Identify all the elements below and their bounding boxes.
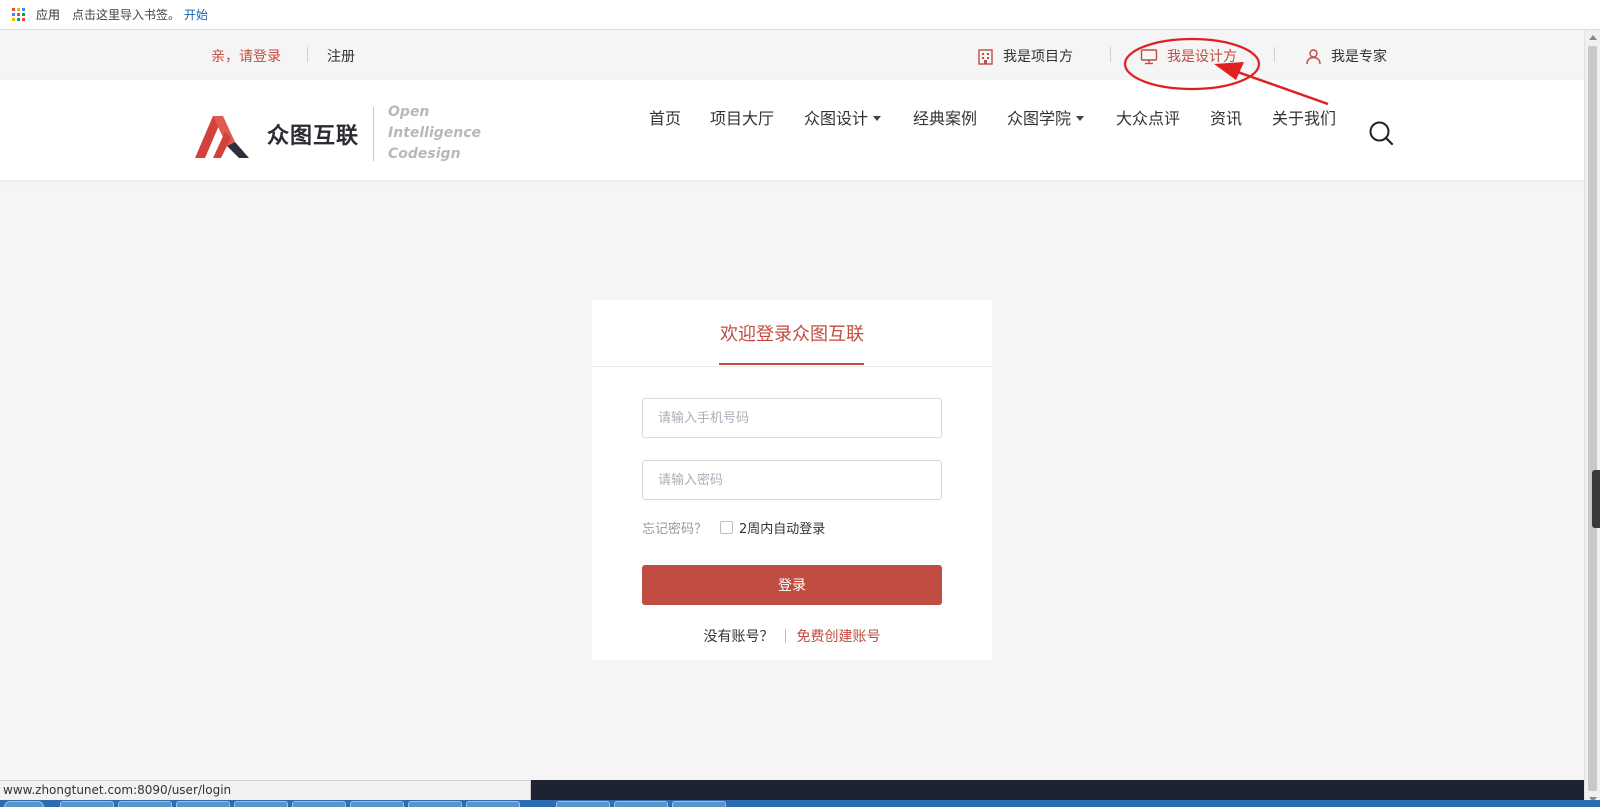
divider	[307, 47, 308, 62]
nav-label: 大众点评	[1116, 109, 1181, 128]
role-designer[interactable]: 我是设计方	[1140, 46, 1237, 66]
divider	[784, 629, 786, 643]
vertical-scrollbar[interactable]	[1584, 30, 1600, 807]
nav-label: 经典案例	[913, 109, 978, 128]
nav-reviews[interactable]: 大众点评	[1116, 105, 1180, 129]
taskbar-button[interactable]	[118, 801, 172, 807]
side-widget-tab[interactable]	[1592, 470, 1600, 528]
role-label: 我是专家	[1331, 49, 1387, 65]
nav-design[interactable]: 众图设计	[804, 105, 882, 129]
nav-label: 关于我们	[1272, 109, 1337, 128]
divider	[1110, 47, 1111, 62]
logo-tagline: Open Intelligence Codesign	[388, 102, 481, 165]
monitor-icon	[1140, 48, 1158, 64]
nav-home[interactable]: 首页	[649, 105, 681, 129]
login-options: 忘记密码？ 2周内自动登录	[642, 518, 825, 537]
apps-bookmark[interactable]: 应用	[36, 6, 60, 23]
auto-login-label[interactable]: 2周内自动登录	[739, 518, 825, 537]
import-bookmarks-hint: 点击这里导入书签。	[72, 8, 181, 22]
apps-grid-icon[interactable]	[12, 7, 26, 22]
site-header: 众图互联 Open Intelligence Codesign 首页 项目大厅 …	[0, 80, 1584, 180]
start-link[interactable]: 开始	[184, 6, 208, 23]
taskbar-button[interactable]	[60, 801, 114, 807]
phone-input[interactable]	[642, 398, 942, 438]
tagline-line: Open	[388, 104, 430, 120]
taskbar-button[interactable]	[234, 801, 288, 807]
tagline-line: Intelligence	[388, 125, 482, 141]
scroll-up-arrow-icon[interactable]	[1589, 35, 1597, 40]
no-account-text: 没有账号？	[703, 629, 774, 645]
taskbar-button[interactable]	[408, 801, 462, 807]
login-card: 欢迎登录众图互联 忘记密码？ 2周内自动登录 登录 没有账号？ 免费创建账号	[592, 300, 992, 660]
login-title: 欢迎登录众图互联	[720, 324, 864, 345]
nav-academy[interactable]: 众图学院	[1007, 105, 1085, 129]
caret-down-icon	[1076, 115, 1085, 121]
auto-login-checkbox[interactable]	[720, 521, 734, 534]
logo-name: 众图互联	[267, 123, 360, 149]
start-button[interactable]	[4, 801, 44, 807]
register-row: 没有账号？ 免费创建账号	[592, 626, 992, 646]
scrollbar-thumb[interactable]	[1588, 46, 1597, 791]
status-url: www.zhongtunet.com:8090/user/login	[0, 780, 531, 800]
logo-divider	[373, 106, 375, 161]
top-strip: 亲，请登录 注册 我是项目方 我是设计方 我是专家	[0, 30, 1584, 80]
caret-down-icon	[873, 115, 882, 121]
bookmarks-bar: 应用 点击这里导入书签。 开始	[0, 0, 1600, 30]
card-divider	[592, 366, 992, 367]
role-label: 我是设计方	[1167, 49, 1237, 65]
nav-cases[interactable]: 经典案例	[913, 105, 977, 129]
register-link[interactable]: 注册	[327, 46, 355, 66]
nav-project-hall[interactable]: 项目大厅	[710, 105, 774, 129]
role-label: 我是项目方	[1003, 49, 1073, 65]
role-expert[interactable]: 我是专家	[1305, 46, 1387, 66]
page-footer-strip	[531, 780, 1584, 800]
nav-label: 众图设计	[804, 109, 869, 128]
login-button[interactable]: 登录	[642, 565, 942, 605]
tagline-line: Codesign	[388, 146, 461, 162]
taskbar-button[interactable]	[556, 801, 610, 807]
taskbar-button[interactable]	[614, 801, 668, 807]
nav-label: 项目大厅	[710, 109, 775, 128]
title-underline	[719, 363, 864, 365]
person-icon	[1306, 48, 1321, 64]
nav-label: 首页	[649, 109, 682, 128]
taskbar-button[interactable]	[672, 801, 726, 807]
password-input[interactable]	[642, 460, 942, 500]
taskbar-button[interactable]	[176, 801, 230, 807]
taskbar-button[interactable]	[466, 801, 520, 807]
search-icon[interactable]	[1368, 120, 1394, 146]
create-account-link[interactable]: 免费创建账号	[797, 626, 881, 646]
nav-label: 众图学院	[1007, 109, 1072, 128]
nav-about[interactable]: 关于我们	[1272, 105, 1336, 129]
nav-news[interactable]: 资讯	[1210, 105, 1242, 129]
building-icon	[978, 48, 993, 65]
logo-mark-icon	[195, 115, 249, 158]
login-prompt-link[interactable]: 亲，请登录	[211, 46, 281, 66]
site-logo[interactable]: 众图互联 Open Intelligence Codesign	[191, 102, 481, 165]
taskbar-button[interactable]	[292, 801, 346, 807]
taskbar-button[interactable]	[350, 801, 404, 807]
forgot-password-link[interactable]: 忘记密码？	[642, 518, 707, 537]
role-project-owner[interactable]: 我是项目方	[977, 46, 1073, 66]
divider	[1274, 47, 1275, 62]
nav-label: 资讯	[1210, 109, 1243, 128]
